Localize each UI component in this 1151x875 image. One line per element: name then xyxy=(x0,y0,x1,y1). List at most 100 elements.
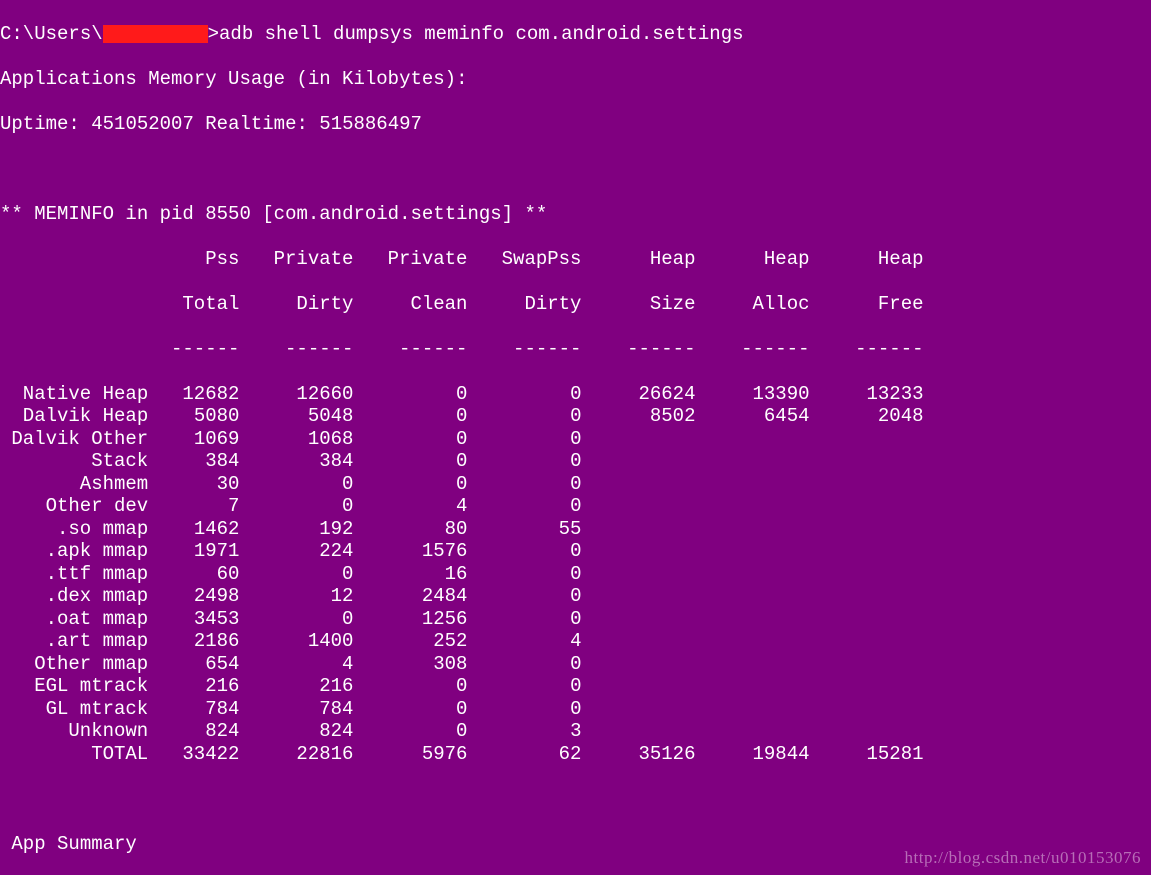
cell-priv-clean: 0 xyxy=(353,698,467,721)
cell-swap-pss-dirty: 0 xyxy=(467,653,581,676)
uptime-value: 451052007 xyxy=(91,113,194,135)
col-hdr-priv-clean: Private xyxy=(353,248,467,271)
cell-heap-size: 26624 xyxy=(581,383,695,406)
col-hdr2-total: Total xyxy=(148,293,239,316)
row-name: .dex mmap xyxy=(0,585,148,608)
command-prompt-line: C:\Users\>adb shell dumpsys meminfo com.… xyxy=(0,23,1151,46)
table-row: GL mtrack78478400 xyxy=(0,698,1151,721)
table-row: TOTAL3342222816597662351261984415281 xyxy=(0,743,1151,766)
terminal-window[interactable]: C:\Users\>adb shell dumpsys meminfo com.… xyxy=(0,0,1151,875)
cell-priv-clean: 0 xyxy=(353,675,467,698)
meminfo-banner-suffix: ** xyxy=(525,203,548,225)
cell-priv-clean: 0 xyxy=(353,428,467,451)
cell-priv-dirty: 192 xyxy=(239,518,353,541)
cell-swap-pss-dirty: 0 xyxy=(467,450,581,473)
watermark-text: http://blog.csdn.net/u010153076 xyxy=(905,847,1142,870)
cell-priv-clean: 2484 xyxy=(353,585,467,608)
cell-priv-clean: 4 xyxy=(353,495,467,518)
meminfo-package: [com.android.settings] xyxy=(262,203,513,225)
table-row: Dalvik Other1069106800 xyxy=(0,428,1151,451)
row-name: .ttf mmap xyxy=(0,563,148,586)
meminfo-pid: 8550 xyxy=(205,203,251,225)
table-header-row-1: PssPrivatePrivateSwapPssHeapHeapHeap xyxy=(0,248,1151,271)
cell-swap-pss-dirty: 0 xyxy=(467,383,581,406)
row-name: .art mmap xyxy=(0,630,148,653)
row-name: TOTAL xyxy=(0,743,148,766)
cell-priv-dirty: 0 xyxy=(239,608,353,631)
cell-priv-clean: 1576 xyxy=(353,540,467,563)
row-name: Unknown xyxy=(0,720,148,743)
meminfo-banner: ** MEMINFO in pid 8550 [com.android.sett… xyxy=(0,203,1151,226)
table-row: Native Heap126821266000266241339013233 xyxy=(0,383,1151,406)
cell-heap-size: 35126 xyxy=(581,743,695,766)
cell-pss-total: 1069 xyxy=(148,428,239,451)
cell-heap-alloc: 13390 xyxy=(695,383,809,406)
redacted-username xyxy=(103,25,208,43)
command-text: adb shell dumpsys meminfo com.android.se… xyxy=(219,23,744,45)
cell-pss-total: 12682 xyxy=(148,383,239,406)
cell-priv-clean: 0 xyxy=(353,450,467,473)
col-hdr-heap-free: Heap xyxy=(810,248,924,271)
cell-swap-pss-dirty: 0 xyxy=(467,473,581,496)
cell-priv-clean: 1256 xyxy=(353,608,467,631)
cell-priv-clean: 0 xyxy=(353,383,467,406)
cell-priv-dirty: 1400 xyxy=(239,630,353,653)
row-name: Other mmap xyxy=(0,653,148,676)
col-hdr-priv-dirty: Private xyxy=(239,248,353,271)
realtime-value: 515886497 xyxy=(319,113,422,135)
col-hdr2-free: Free xyxy=(810,293,924,316)
cell-heap-size: 8502 xyxy=(581,405,695,428)
cell-heap-free: 15281 xyxy=(810,743,924,766)
prompt-prefix: C:\Users\ xyxy=(0,23,103,45)
cell-priv-dirty: 784 xyxy=(239,698,353,721)
realtime-label: Realtime: xyxy=(205,113,308,135)
col-hdr2-alloc: Alloc xyxy=(695,293,809,316)
col-hdr-swappss: SwapPss xyxy=(467,248,581,271)
col-hdr-heap-size: Heap xyxy=(581,248,695,271)
row-name: Stack xyxy=(0,450,148,473)
row-name: Native Heap xyxy=(0,383,148,406)
table-row: .art mmap218614002524 xyxy=(0,630,1151,653)
cell-pss-total: 30 xyxy=(148,473,239,496)
cell-priv-dirty: 12660 xyxy=(239,383,353,406)
table-row: Ashmem30000 xyxy=(0,473,1151,496)
blank-line xyxy=(0,158,1151,181)
row-name: EGL mtrack xyxy=(0,675,148,698)
cell-swap-pss-dirty: 0 xyxy=(467,608,581,631)
cell-priv-dirty: 824 xyxy=(239,720,353,743)
cell-priv-dirty: 12 xyxy=(239,585,353,608)
row-name: Dalvik Other xyxy=(0,428,148,451)
cell-heap-alloc: 19844 xyxy=(695,743,809,766)
cell-priv-dirty: 224 xyxy=(239,540,353,563)
row-name: .oat mmap xyxy=(0,608,148,631)
cell-swap-pss-dirty: 0 xyxy=(467,563,581,586)
cell-swap-pss-dirty: 0 xyxy=(467,585,581,608)
cell-swap-pss-dirty: 0 xyxy=(467,698,581,721)
table-row: Other dev7040 xyxy=(0,495,1151,518)
table-header-row-2: TotalDirtyCleanDirtySizeAllocFree xyxy=(0,293,1151,316)
cell-priv-dirty: 216 xyxy=(239,675,353,698)
col-hdr2-size: Size xyxy=(581,293,695,316)
header-title: Applications Memory Usage (in Kilobytes)… xyxy=(0,68,1151,91)
cell-priv-dirty: 1068 xyxy=(239,428,353,451)
table-row: .so mmap14621928055 xyxy=(0,518,1151,541)
cell-swap-pss-dirty: 55 xyxy=(467,518,581,541)
table-row: .dex mmap24981224840 xyxy=(0,585,1151,608)
cell-priv-clean: 16 xyxy=(353,563,467,586)
table-row: Other mmap65443080 xyxy=(0,653,1151,676)
cell-priv-dirty: 0 xyxy=(239,495,353,518)
uptime-label: Uptime: xyxy=(0,113,80,135)
cell-priv-clean: 252 xyxy=(353,630,467,653)
table-header-dashes: ----------------------------------------… xyxy=(0,338,1151,361)
cell-priv-clean: 80 xyxy=(353,518,467,541)
row-name: .apk mmap xyxy=(0,540,148,563)
cell-pss-total: 5080 xyxy=(148,405,239,428)
cell-pss-total: 654 xyxy=(148,653,239,676)
cell-priv-dirty: 0 xyxy=(239,563,353,586)
cell-pss-total: 1971 xyxy=(148,540,239,563)
cell-pss-total: 384 xyxy=(148,450,239,473)
cell-priv-dirty: 22816 xyxy=(239,743,353,766)
row-name: Dalvik Heap xyxy=(0,405,148,428)
col-hdr-pss: Pss xyxy=(148,248,239,271)
cell-heap-alloc: 6454 xyxy=(695,405,809,428)
